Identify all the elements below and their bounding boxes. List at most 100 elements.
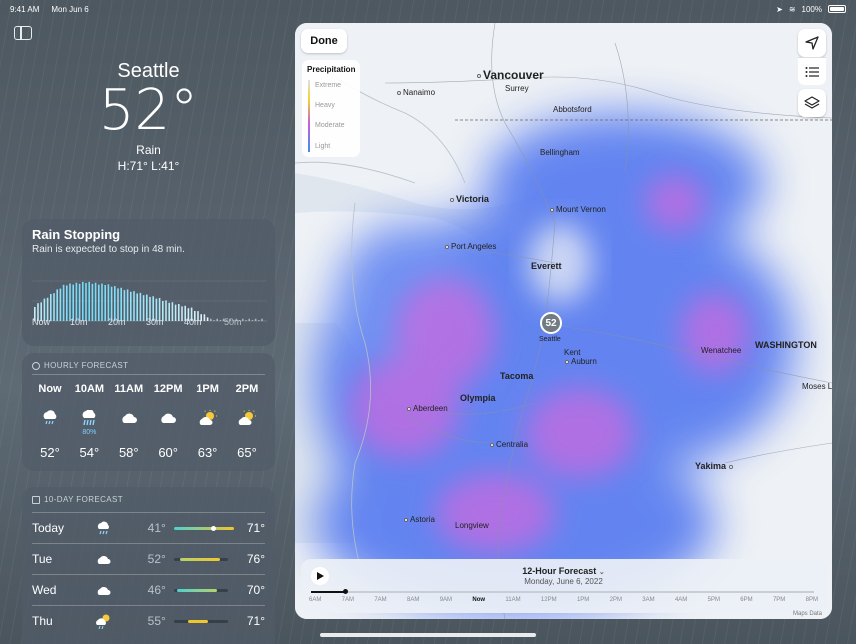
legend-moderate: Moderate (315, 122, 345, 129)
map-label-yakima: Yakima (695, 461, 735, 471)
partly-sunny-icon (198, 407, 218, 429)
day-label: Wed (32, 583, 57, 597)
layers-button[interactable] (798, 89, 826, 117)
forecast-timeline[interactable]: 12-Hour Forecast ⌄ Monday, June 6, 2022 … (301, 559, 826, 613)
hour-item: Now 52° (32, 383, 68, 460)
map-label-moses-lake: Moses L (802, 382, 832, 391)
map-label-aberdeen: Aberdeen (407, 404, 448, 413)
status-date: Mon Jun 6 (51, 4, 89, 14)
hour-label: 10AM (74, 383, 105, 395)
day-low: 46° (147, 583, 166, 597)
hour-temp: 54° (79, 445, 100, 460)
map-label-centralia: Centralia (490, 440, 528, 449)
rain-bar (78, 283, 81, 321)
timeline-scrubber[interactable] (311, 589, 814, 594)
hourly-forecast-card[interactable]: HOURLY FORECAST Now 52° 10AM 80% 54° 11A… (22, 353, 275, 471)
legend-scale (308, 80, 310, 152)
day-high: 71° (246, 521, 266, 535)
rain-bar (72, 284, 74, 321)
hour-item: 1PM 63° (190, 383, 226, 460)
rain-bar (85, 283, 87, 321)
map-label-port-angeles: Port Angeles (445, 242, 496, 251)
hour-temp: 52° (40, 445, 60, 460)
hi-lo: H:71° L:41° (117, 159, 180, 173)
daily-row[interactable]: Wed 46° 70° (32, 574, 265, 605)
sun-rain-icon (86, 613, 122, 629)
map-label-kent: Kent (564, 348, 581, 357)
map-label-auburn: Auburn (565, 357, 597, 366)
timeline-tick: 3AM (642, 597, 655, 603)
timeline-tick: 11AM (505, 597, 521, 603)
rain-label-40m: 40m (184, 317, 202, 327)
map-label-tacoma: Tacoma (500, 371, 534, 381)
rain-bar (101, 283, 103, 321)
temp-range-bar (173, 525, 234, 531)
map-label-abbotsford: Abbotsford (553, 105, 592, 114)
location-button[interactable] (798, 29, 826, 57)
heavy-rain-icon (80, 407, 98, 429)
legend-extreme: Extreme (315, 82, 342, 89)
rain-stopping-card[interactable]: Rain Stopping Rain is expected to stop i… (22, 219, 275, 346)
hour-item: 2PM 65° (229, 383, 265, 460)
map-label-everett: Everett (531, 261, 562, 271)
day-label: Thu (32, 614, 53, 628)
rain-bar (82, 281, 84, 321)
timeline-tick: 8AM (407, 597, 420, 603)
rain-bar (120, 287, 122, 321)
precipitation-legend: Precipitation Extreme Heavy Moderate Lig… (302, 60, 360, 157)
timeline-progress (311, 591, 345, 593)
timeline-tick: 1PM (576, 597, 590, 603)
timeline-title[interactable]: 12-Hour Forecast ⌄ (301, 566, 826, 576)
hour-temp: 63° (197, 445, 218, 460)
cloud-icon (120, 407, 138, 429)
rain-bar (110, 286, 113, 321)
timeline-tick: 12PM (540, 597, 557, 603)
cloud-icon (86, 585, 122, 596)
battery-percent: 100% (801, 4, 822, 14)
rain-bar (75, 282, 78, 321)
temp-range-bar (173, 619, 229, 623)
map-label-longview: Longview (455, 521, 489, 530)
status-time: 9:41 AM (10, 4, 40, 14)
done-button[interactable]: Done (301, 29, 347, 53)
rain-bar (91, 283, 94, 321)
map-label-astoria: Astoria (404, 515, 435, 524)
home-indicator[interactable] (320, 633, 536, 637)
temp-range-bar (173, 588, 229, 592)
timeline-knob[interactable] (343, 589, 348, 594)
status-bar: 9:41 AM Mon Jun 6 ➤ ≋ 100% (0, 0, 856, 18)
timeline-tick: 8PM (805, 597, 818, 603)
sidebar-toggle-icon[interactable] (14, 26, 32, 40)
location-arrow-icon: ➤ (776, 4, 783, 14)
hour-temp: 58° (118, 445, 139, 460)
location-pin[interactable]: 52 (540, 312, 562, 334)
list-button[interactable] (798, 57, 826, 85)
daily-header: 10-DAY FORECAST (22, 487, 275, 512)
map-label-vancouver: Vancouver (477, 68, 544, 82)
daily-row[interactable]: Thu 55° 71° (32, 605, 265, 636)
condition: Rain (136, 143, 161, 157)
daily-row[interactable]: Today 41° 71° (32, 512, 265, 543)
map-label-olympia: Olympia (460, 393, 496, 403)
location-arrow-icon (805, 36, 819, 50)
daily-row[interactable]: Tue 52° 76° (32, 543, 265, 574)
cloud-icon (159, 407, 177, 429)
timeline-tick: 7PM (772, 597, 786, 603)
legend-heavy: Heavy (315, 102, 335, 109)
hourly-header: HOURLY FORECAST (22, 353, 275, 370)
hour-item: 12PM 60° (150, 383, 186, 460)
day-label: Tue (32, 552, 53, 566)
timeline-tick: 4AM (674, 597, 688, 603)
calendar-icon (32, 495, 40, 504)
rain-card-subtitle: Rain is expected to stop in 48 min. (32, 244, 185, 255)
rain-bar (62, 284, 65, 321)
timeline-tick: 5PM (707, 597, 720, 603)
map-label-seattle: Seattle (539, 336, 561, 343)
ten-day-forecast-card[interactable]: 10-DAY FORECAST Today 41° 71° Tue 52° 76… (22, 487, 275, 644)
daily-header-label: 10-DAY FORECAST (44, 495, 124, 504)
map-label-nanaimo: Nanaimo (397, 88, 435, 97)
map-label-bellingham: Bellingham (540, 148, 580, 157)
rain-bar (104, 285, 106, 321)
battery-icon (828, 5, 846, 13)
precipitation-map[interactable]: Done Precipitation Extreme Heavy Moderat… (295, 23, 832, 619)
